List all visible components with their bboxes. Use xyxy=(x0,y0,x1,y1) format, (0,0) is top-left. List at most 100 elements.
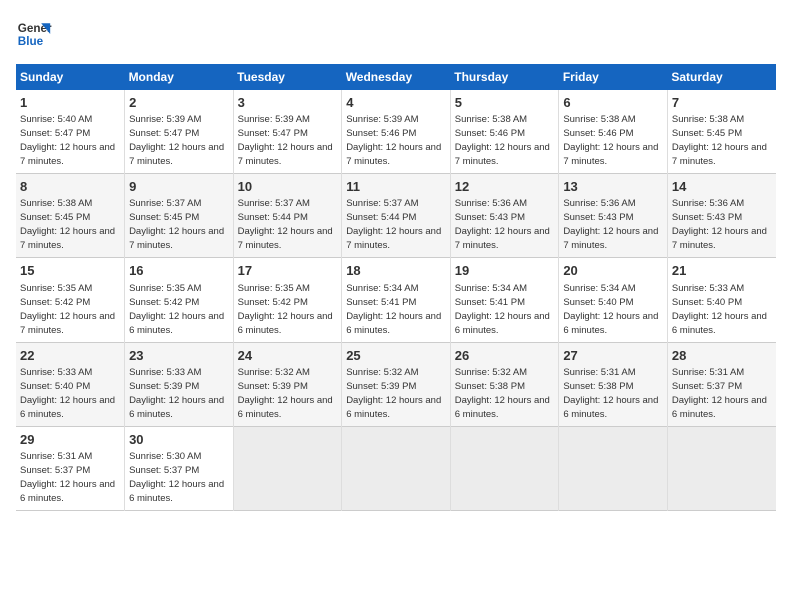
col-header-wednesday: Wednesday xyxy=(342,64,451,90)
calendar-header-row: SundayMondayTuesdayWednesdayThursdayFrid… xyxy=(16,64,776,90)
calendar-cell xyxy=(450,426,559,510)
day-info: Sunrise: 5:34 AMSunset: 5:41 PMDaylight:… xyxy=(346,283,441,336)
day-info: Sunrise: 5:38 AMSunset: 5:45 PMDaylight:… xyxy=(20,198,115,251)
day-number: 10 xyxy=(238,178,338,196)
day-number: 15 xyxy=(20,262,120,280)
calendar-cell: 30 Sunrise: 5:30 AMSunset: 5:37 PMDayligh… xyxy=(125,426,234,510)
day-info: Sunrise: 5:32 AMSunset: 5:39 PMDaylight:… xyxy=(346,367,441,420)
calendar-cell: 26 Sunrise: 5:32 AMSunset: 5:38 PMDayligh… xyxy=(450,342,559,426)
calendar-cell: 2 Sunrise: 5:39 AMSunset: 5:47 PMDaylight… xyxy=(125,90,234,174)
calendar-cell: 19Sunrise: 5:34 AMSunset: 5:41 PMDayligh… xyxy=(450,258,559,342)
day-number: 12 xyxy=(455,178,555,196)
day-info: Sunrise: 5:36 AMSunset: 5:43 PMDaylight:… xyxy=(563,198,658,251)
day-info: Sunrise: 5:33 AMSunset: 5:40 PMDaylight:… xyxy=(672,283,767,336)
day-info: Sunrise: 5:31 AMSunset: 5:38 PMDaylight:… xyxy=(563,367,658,420)
calendar-cell: 8 Sunrise: 5:38 AMSunset: 5:45 PMDaylight… xyxy=(16,174,125,258)
calendar-cell: 22Sunrise: 5:33 AMSunset: 5:40 PMDayligh… xyxy=(16,342,125,426)
day-info: Sunrise: 5:37 AMSunset: 5:45 PMDaylight:… xyxy=(129,198,224,251)
day-number: 7 xyxy=(672,94,772,112)
day-number: 2 xyxy=(129,94,229,112)
day-info: Sunrise: 5:33 AMSunset: 5:39 PMDaylight:… xyxy=(129,367,224,420)
day-number: 26 xyxy=(455,347,555,365)
day-number: 16 xyxy=(129,262,229,280)
day-info: Sunrise: 5:39 AMSunset: 5:47 PMDaylight:… xyxy=(129,114,224,167)
calendar-cell: 9Sunrise: 5:37 AMSunset: 5:45 PMDaylight… xyxy=(125,174,234,258)
logo-icon: General Blue xyxy=(16,16,52,52)
calendar-week-row: 15 Sunrise: 5:35 AMSunset: 5:42 PMDayligh… xyxy=(16,258,776,342)
day-number: 14 xyxy=(672,178,772,196)
day-number: 29 xyxy=(20,431,120,449)
col-header-friday: Friday xyxy=(559,64,668,90)
calendar-cell: 5Sunrise: 5:38 AMSunset: 5:46 PMDaylight… xyxy=(450,90,559,174)
calendar-cell xyxy=(342,426,451,510)
calendar-cell: 10 Sunrise: 5:37 AMSunset: 5:44 PMDayligh… xyxy=(233,174,342,258)
day-number: 21 xyxy=(672,262,772,280)
day-info: Sunrise: 5:35 AMSunset: 5:42 PMDaylight:… xyxy=(129,283,224,336)
calendar-cell xyxy=(667,426,776,510)
calendar-cell: 17 Sunrise: 5:35 AMSunset: 5:42 PMDayligh… xyxy=(233,258,342,342)
day-info: Sunrise: 5:35 AMSunset: 5:42 PMDaylight:… xyxy=(20,283,115,336)
col-header-sunday: Sunday xyxy=(16,64,125,90)
calendar-cell: 6Sunrise: 5:38 AMSunset: 5:46 PMDaylight… xyxy=(559,90,668,174)
day-number: 19 xyxy=(455,262,555,280)
day-info: Sunrise: 5:32 AMSunset: 5:38 PMDaylight:… xyxy=(455,367,550,420)
day-number: 11 xyxy=(346,178,446,196)
day-number: 18 xyxy=(346,262,446,280)
calendar-cell: 13Sunrise: 5:36 AMSunset: 5:43 PMDayligh… xyxy=(559,174,668,258)
day-number: 20 xyxy=(563,262,663,280)
col-header-thursday: Thursday xyxy=(450,64,559,90)
day-info: Sunrise: 5:30 AMSunset: 5:37 PMDaylight:… xyxy=(129,451,224,504)
day-number: 17 xyxy=(238,262,338,280)
page-header: General Blue xyxy=(16,16,776,52)
calendar-table: SundayMondayTuesdayWednesdayThursdayFrid… xyxy=(16,64,776,511)
day-number: 27 xyxy=(563,347,663,365)
day-number: 5 xyxy=(455,94,555,112)
day-number: 23 xyxy=(129,347,229,365)
col-header-monday: Monday xyxy=(125,64,234,90)
calendar-cell: 12 Sunrise: 5:36 AMSunset: 5:43 PMDayligh… xyxy=(450,174,559,258)
day-number: 25 xyxy=(346,347,446,365)
calendar-cell: 29Sunrise: 5:31 AMSunset: 5:37 PMDayligh… xyxy=(16,426,125,510)
calendar-cell: 27 Sunrise: 5:31 AMSunset: 5:38 PMDayligh… xyxy=(559,342,668,426)
calendar-cell: 11Sunrise: 5:37 AMSunset: 5:44 PMDayligh… xyxy=(342,174,451,258)
day-info: Sunrise: 5:35 AMSunset: 5:42 PMDaylight:… xyxy=(238,283,333,336)
calendar-cell: 24Sunrise: 5:32 AMSunset: 5:39 PMDayligh… xyxy=(233,342,342,426)
day-info: Sunrise: 5:38 AMSunset: 5:45 PMDaylight:… xyxy=(672,114,767,167)
calendar-cell: 14Sunrise: 5:36 AMSunset: 5:43 PMDayligh… xyxy=(667,174,776,258)
calendar-cell: 3 Sunrise: 5:39 AMSunset: 5:47 PMDaylight… xyxy=(233,90,342,174)
svg-text:Blue: Blue xyxy=(18,35,44,48)
calendar-cell: 23 Sunrise: 5:33 AMSunset: 5:39 PMDayligh… xyxy=(125,342,234,426)
day-info: Sunrise: 5:34 AMSunset: 5:40 PMDaylight:… xyxy=(563,283,658,336)
calendar-cell: 7 Sunrise: 5:38 AMSunset: 5:45 PMDaylight… xyxy=(667,90,776,174)
col-header-saturday: Saturday xyxy=(667,64,776,90)
calendar-cell: 15 Sunrise: 5:35 AMSunset: 5:42 PMDayligh… xyxy=(16,258,125,342)
day-info: Sunrise: 5:37 AMSunset: 5:44 PMDaylight:… xyxy=(238,198,333,251)
day-info: Sunrise: 5:40 AMSunset: 5:47 PMDaylight:… xyxy=(20,114,115,167)
day-number: 6 xyxy=(563,94,663,112)
day-number: 28 xyxy=(672,347,772,365)
calendar-cell: 1 Sunrise: 5:40 AMSunset: 5:47 PMDaylight… xyxy=(16,90,125,174)
day-number: 30 xyxy=(129,431,229,449)
calendar-cell: 18 Sunrise: 5:34 AMSunset: 5:41 PMDayligh… xyxy=(342,258,451,342)
col-header-tuesday: Tuesday xyxy=(233,64,342,90)
calendar-cell: 21 Sunrise: 5:33 AMSunset: 5:40 PMDayligh… xyxy=(667,258,776,342)
day-number: 22 xyxy=(20,347,120,365)
day-number: 4 xyxy=(346,94,446,112)
calendar-week-row: 29Sunrise: 5:31 AMSunset: 5:37 PMDayligh… xyxy=(16,426,776,510)
day-number: 24 xyxy=(238,347,338,365)
day-info: Sunrise: 5:31 AMSunset: 5:37 PMDaylight:… xyxy=(672,367,767,420)
day-number: 3 xyxy=(238,94,338,112)
calendar-cell: 28 Sunrise: 5:31 AMSunset: 5:37 PMDayligh… xyxy=(667,342,776,426)
calendar-cell: 16 Sunrise: 5:35 AMSunset: 5:42 PMDayligh… xyxy=(125,258,234,342)
calendar-cell: 20 Sunrise: 5:34 AMSunset: 5:40 PMDayligh… xyxy=(559,258,668,342)
calendar-cell: 25 Sunrise: 5:32 AMSunset: 5:39 PMDayligh… xyxy=(342,342,451,426)
day-number: 8 xyxy=(20,178,120,196)
calendar-week-row: 1 Sunrise: 5:40 AMSunset: 5:47 PMDaylight… xyxy=(16,90,776,174)
day-number: 1 xyxy=(20,94,120,112)
logo: General Blue xyxy=(16,16,52,52)
day-info: Sunrise: 5:39 AMSunset: 5:46 PMDaylight:… xyxy=(346,114,441,167)
day-info: Sunrise: 5:39 AMSunset: 5:47 PMDaylight:… xyxy=(238,114,333,167)
day-info: Sunrise: 5:36 AMSunset: 5:43 PMDaylight:… xyxy=(455,198,550,251)
calendar-cell xyxy=(233,426,342,510)
calendar-week-row: 22Sunrise: 5:33 AMSunset: 5:40 PMDayligh… xyxy=(16,342,776,426)
